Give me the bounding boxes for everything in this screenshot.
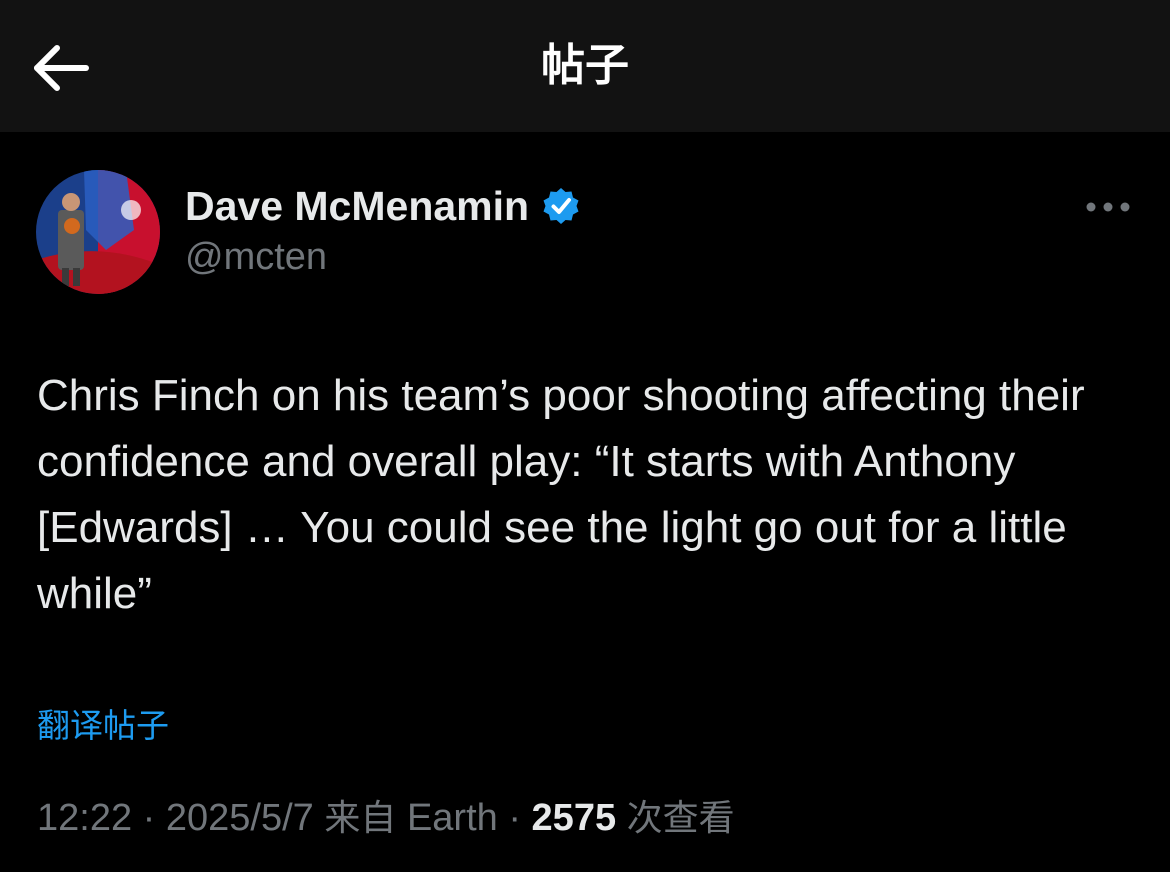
author-display-name[interactable]: Dave McMenamin <box>185 180 581 232</box>
more-options-button[interactable] <box>1083 194 1133 220</box>
author-handle[interactable]: @mcten <box>185 232 327 282</box>
tweet-source: Earth <box>406 797 498 839</box>
tweet-text: Chris Finch on his team’s poor shooting … <box>37 371 1085 618</box>
author-name-text: Dave McMenamin <box>185 183 530 229</box>
tweet-date[interactable]: 2025/5/7 <box>166 797 314 839</box>
avatar-image <box>36 170 160 294</box>
verified-badge-icon <box>543 188 579 224</box>
views-label[interactable]: 次查看 <box>627 798 735 839</box>
source-prefix: 来自 <box>324 798 397 839</box>
tweet-time[interactable]: 12:22 <box>37 797 132 839</box>
tweet-meta: 12:22 · 2025/5/7 来自 Earth · 2575 次查看 <box>37 792 735 845</box>
page-title: 帖子 <box>541 40 629 91</box>
more-horizontal-icon <box>1086 202 1130 212</box>
translate-post-link[interactable]: 翻译帖子 <box>37 702 169 750</box>
top-bar: 帖子 <box>0 0 1170 132</box>
views-count[interactable]: 2575 <box>532 797 617 839</box>
meta-separator-2: · <box>497 797 532 839</box>
avatar[interactable] <box>36 170 160 294</box>
meta-separator: · <box>132 797 166 839</box>
